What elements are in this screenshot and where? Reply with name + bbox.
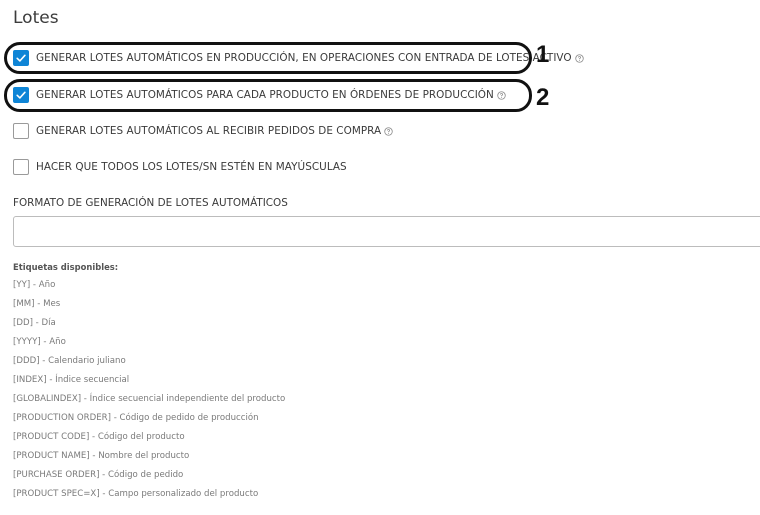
- tags-title: Etiquetas disponibles:: [13, 262, 119, 272]
- tag-item: [DD] - Día: [13, 318, 56, 328]
- checkbox-uppercase-lots[interactable]: [13, 159, 29, 175]
- tags-list: [YY] - Año [MM] - Mes [DD] - Día [YYYY] …: [13, 279, 285, 507]
- help-circle-icon[interactable]: [384, 126, 393, 136]
- checkbox-auto-lots-purchase-orders[interactable]: [13, 123, 29, 139]
- tag-item: [PRODUCT NAME] - Nombre del producto: [13, 451, 190, 461]
- tag-item: [YYYY] - Año: [13, 337, 66, 347]
- option-uppercase-lots[interactable]: HACER QUE TODOS LOS LOTES/SN ESTÉN EN MA…: [13, 158, 347, 176]
- section-title: Lotes: [13, 8, 59, 28]
- help-circle-icon[interactable]: [574, 53, 584, 63]
- tag-item: [PRODUCTION ORDER] - Código de pedido de…: [13, 413, 259, 423]
- tag-item: [YY] - Año: [13, 280, 56, 290]
- option-auto-lots-purchase-orders[interactable]: GENERAR LOTES AUTOMÁTICOS AL RECIBIR PED…: [13, 122, 393, 140]
- callout-outline-1: [4, 42, 532, 74]
- option-label: GENERAR LOTES AUTOMÁTICOS AL RECIBIR PED…: [36, 125, 382, 137]
- format-input[interactable]: [13, 216, 760, 247]
- tag-item: [PRODUCT CODE] - Código del producto: [13, 432, 185, 442]
- callout-number-2: 2: [536, 84, 550, 111]
- callout-number-1: 1: [536, 41, 550, 68]
- tag-item: [DDD] - Calendario juliano: [13, 356, 126, 366]
- format-field-label: FORMATO DE GENERACIÓN DE LOTES AUTOMÁTIC…: [13, 197, 288, 209]
- option-label: HACER QUE TODOS LOS LOTES/SN ESTÉN EN MA…: [36, 161, 347, 173]
- tag-item: [PRODUCT SPEC=X] - Campo personalizado d…: [13, 489, 259, 499]
- tag-item: [MM] - Mes: [13, 299, 61, 309]
- tag-item: [GLOBALINDEX] - Índice secuencial indepe…: [13, 394, 286, 404]
- tag-item: [PURCHASE ORDER] - Código de pedido: [13, 470, 184, 480]
- callout-outline-2: [4, 79, 532, 112]
- tag-item: [INDEX] - Índice secuencial: [13, 375, 130, 385]
